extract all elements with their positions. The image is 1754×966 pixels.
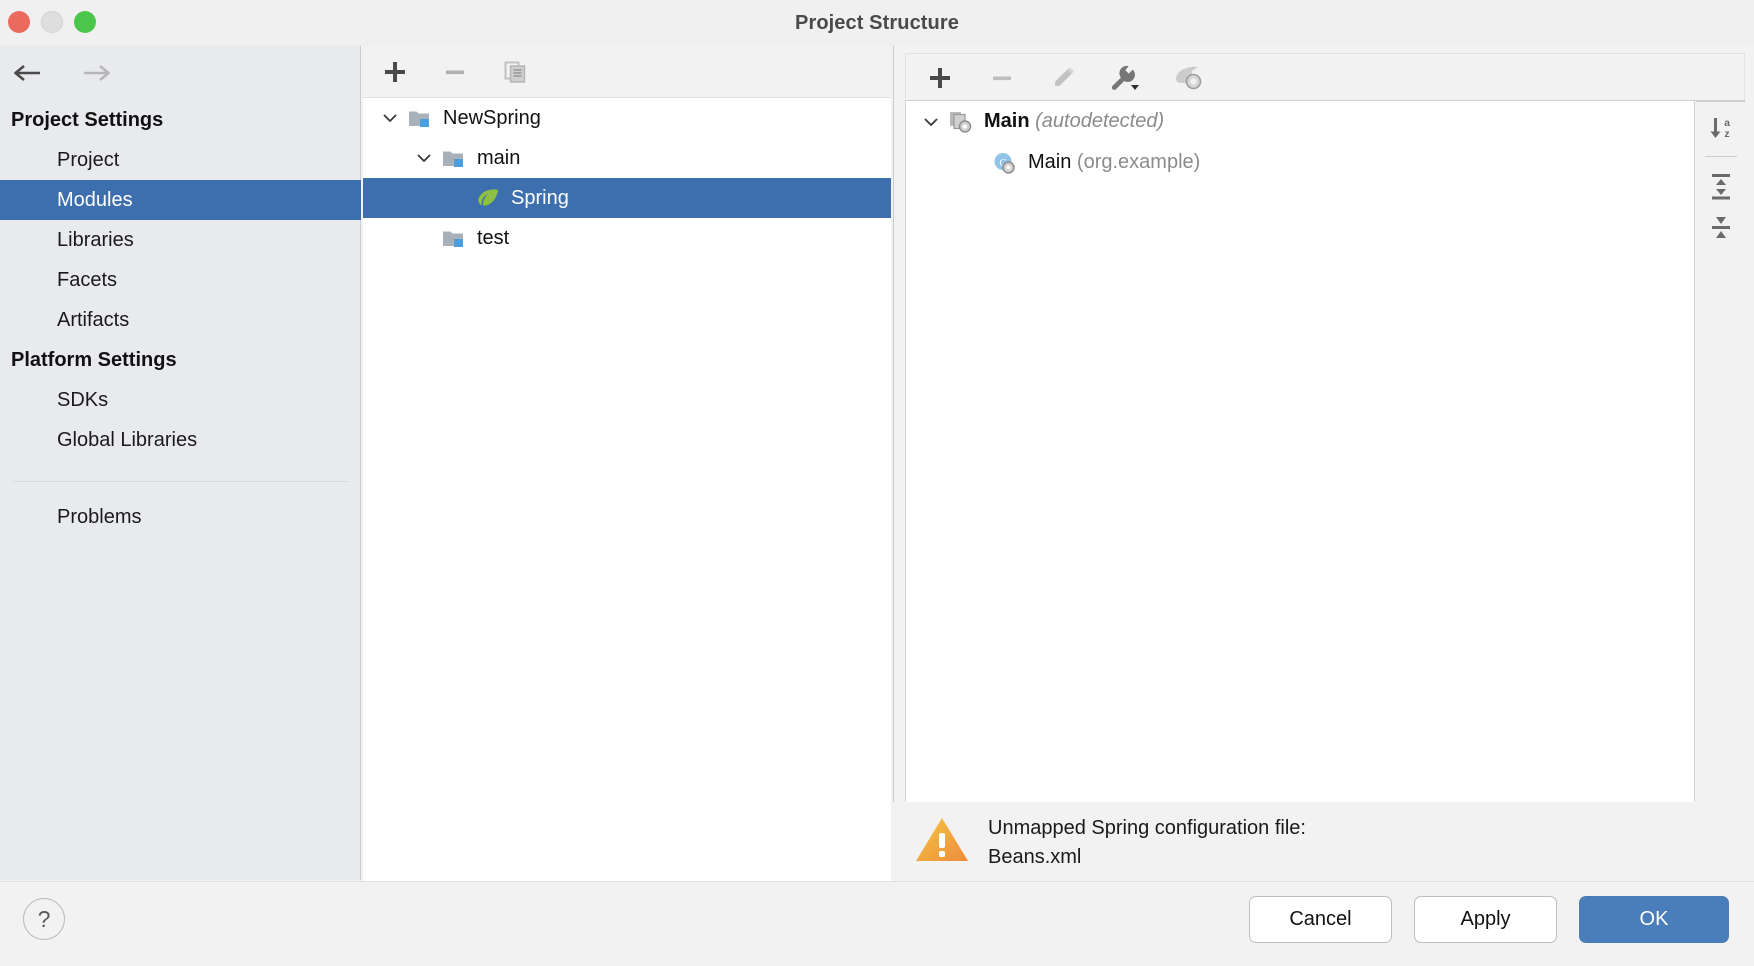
facet-tree-row-main-class[interactable]: C Main (org.example) <box>906 142 1694 183</box>
facet-tree-row-main-fileset[interactable]: Main (autodetected) <box>906 101 1694 142</box>
facet-class-package: (org.example) <box>1076 151 1201 173</box>
apply-button[interactable]: Apply <box>1414 896 1557 943</box>
back-button[interactable] <box>8 56 48 90</box>
facet-tree[interactable]: Main (autodetected) C Main (org.example) <box>905 101 1695 847</box>
facet-class-name: Main (org.example) <box>1028 151 1200 174</box>
facet-name-suffix: (autodetected) <box>1035 110 1165 132</box>
close-button[interactable] <box>8 11 30 33</box>
source-folder-icon <box>439 138 469 178</box>
tree-item-label: test <box>477 227 510 249</box>
window-controls <box>8 11 96 33</box>
help-button[interactable]: ? <box>23 898 65 940</box>
warning-triangle-icon <box>913 814 971 871</box>
sidebar-item-problems[interactable]: Problems <box>0 482 361 537</box>
sidebar-item-facets[interactable]: Facets <box>0 260 361 300</box>
minimize-button[interactable] <box>41 11 63 33</box>
sidebar-item-sdks[interactable]: SDKs <box>0 380 361 420</box>
add-fileset-button[interactable] <box>920 59 960 97</box>
problem-banner: Unmapped Spring configuration file: Bean… <box>893 802 1754 880</box>
collapse-all-icon[interactable] <box>1701 207 1741 247</box>
tree-item-label: Spring <box>511 187 569 209</box>
settings-sidebar: Project Settings Project Modules Librari… <box>0 46 361 880</box>
navigation-arrows <box>0 46 361 100</box>
chevron-down-icon[interactable] <box>409 138 439 178</box>
add-module-button[interactable] <box>375 53 415 91</box>
sort-az-icon[interactable]: a z <box>1701 108 1741 148</box>
source-folder-icon <box>439 218 469 258</box>
chevron-down-icon[interactable] <box>916 102 946 142</box>
problem-message-line1: Unmapped Spring configuration file: <box>988 817 1306 839</box>
tree-row[interactable]: NewSpring <box>363 98 891 138</box>
pencil-icon[interactable] <box>1044 59 1084 97</box>
sidebar-item-global-libraries[interactable]: Global Libraries <box>0 420 361 460</box>
copy-module-button[interactable] <box>495 53 535 91</box>
cancel-button[interactable]: Cancel <box>1249 896 1392 943</box>
spring-leaf-icon <box>473 178 503 218</box>
nav-group-platform-settings: Platform Settings <box>11 349 177 371</box>
wrench-dropdown-icon[interactable] <box>1106 59 1146 97</box>
window-title: Project Structure <box>795 12 959 34</box>
tree-row[interactable]: main <box>363 138 891 178</box>
module-folder-icon <box>405 98 435 138</box>
project-structure-dialog: Project Structure Project Settings Proje… <box>0 0 1754 966</box>
remove-module-button[interactable] <box>435 53 475 91</box>
facet-name: Main (autodetected) <box>984 110 1164 133</box>
sidebar-item-modules[interactable]: Modules <box>0 180 361 220</box>
svg-text:z: z <box>1724 128 1729 140</box>
spring-class-icon: C <box>990 143 1020 183</box>
forward-button[interactable] <box>76 56 116 90</box>
modules-toolbar <box>362 46 892 97</box>
remove-fileset-button[interactable] <box>982 59 1022 97</box>
tree-row-spring-facet[interactable]: Spring <box>363 178 891 218</box>
nav-group-project-settings: Project Settings <box>11 109 164 131</box>
settings-nav-list: Project Settings Project Modules Librari… <box>0 100 361 537</box>
maximize-button[interactable] <box>74 11 96 33</box>
facet-class-name-text: Main <box>1028 151 1072 173</box>
footer-button-group: Cancel Apply OK <box>1249 896 1729 943</box>
dialog-footer: ? Cancel Apply OK <box>0 881 1754 966</box>
title-bar: Project Structure <box>0 0 1754 46</box>
expand-all-icon[interactable] <box>1701 165 1741 205</box>
modules-tree[interactable]: NewSpring main Spring test <box>363 97 891 927</box>
side-toolbar-divider <box>1704 156 1737 157</box>
spring-fileset-icon <box>946 102 976 142</box>
tree-row[interactable]: test <box>363 218 891 258</box>
problem-message: Unmapped Spring configuration file: Bean… <box>988 814 1306 872</box>
problem-message-line2: Beans.xml <box>988 846 1082 868</box>
spring-context-icon[interactable] <box>1168 59 1208 97</box>
sidebar-item-project[interactable]: Project <box>0 140 361 180</box>
modules-panel: NewSpring main Spring test <box>362 46 892 927</box>
sidebar-item-artifacts[interactable]: Artifacts <box>0 300 361 340</box>
facet-name-text: Main <box>984 110 1030 132</box>
facet-detail-panel: Main (autodetected) C Main (org.example) <box>893 46 1754 880</box>
tree-item-label: NewSpring <box>443 107 541 129</box>
facet-side-toolbar: a z <box>1696 101 1745 847</box>
tree-item-label: main <box>477 147 521 169</box>
facet-toolbar <box>905 53 1745 101</box>
sidebar-item-libraries[interactable]: Libraries <box>0 220 361 260</box>
chevron-down-icon[interactable] <box>375 98 405 138</box>
ok-button[interactable]: OK <box>1579 896 1729 943</box>
